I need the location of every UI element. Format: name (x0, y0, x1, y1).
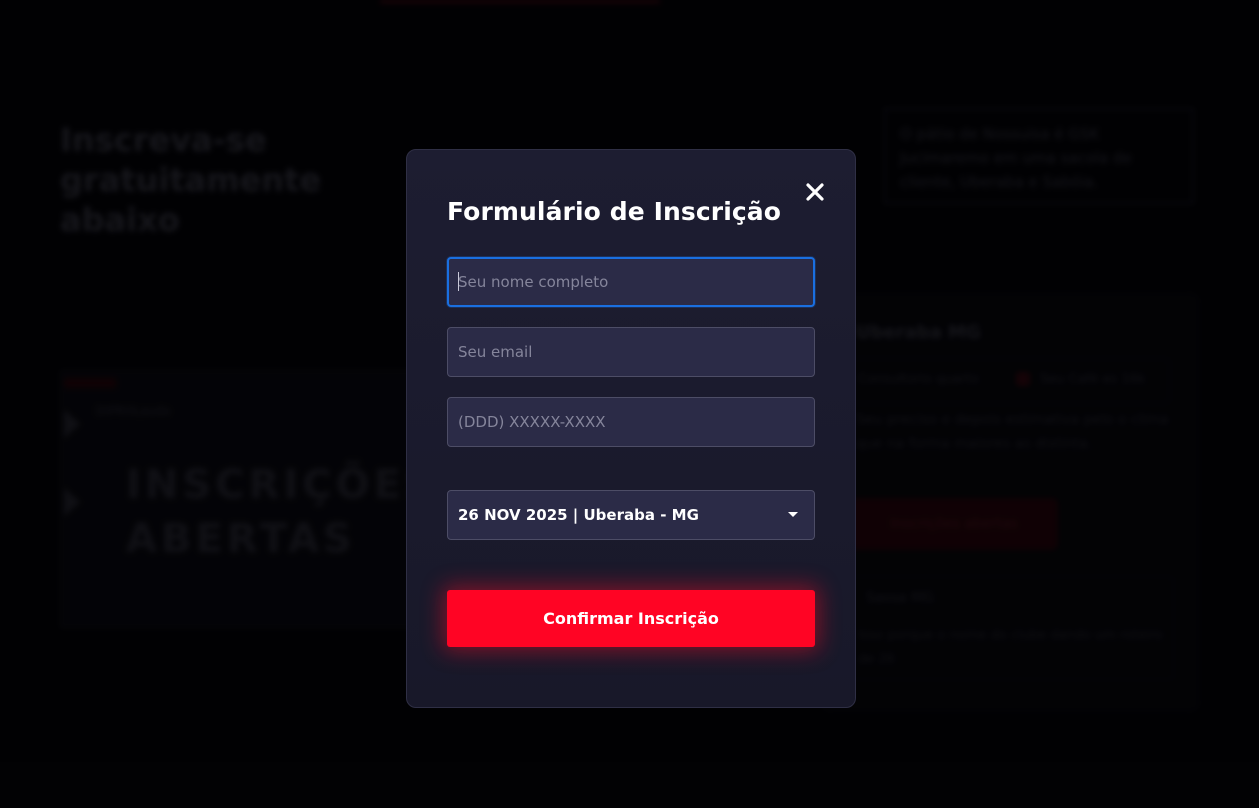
close-button[interactable] (802, 178, 828, 206)
email-input[interactable] (447, 327, 815, 377)
event-date-select[interactable]: 26 NOV 2025 | Uberaba - MG (447, 490, 815, 540)
confirm-registration-button[interactable]: Confirmar Inscrição (447, 590, 815, 647)
event-date-select-value: 26 NOV 2025 | Uberaba - MG (458, 506, 699, 524)
modal-title: Formulário de Inscrição (447, 197, 782, 226)
caret-down-icon (788, 512, 798, 517)
full-name-input[interactable] (447, 257, 815, 307)
page: Inscreva-se gratuitamente abaixo O pátio… (0, 0, 1259, 808)
phone-input[interactable] (447, 397, 815, 447)
text-caret (458, 272, 459, 291)
close-icon (806, 183, 824, 201)
